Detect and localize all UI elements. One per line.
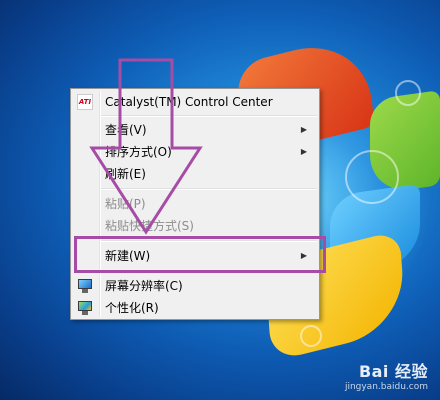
annotation-highlight-box [74,236,326,273]
annotation-down-arrow [89,58,203,235]
